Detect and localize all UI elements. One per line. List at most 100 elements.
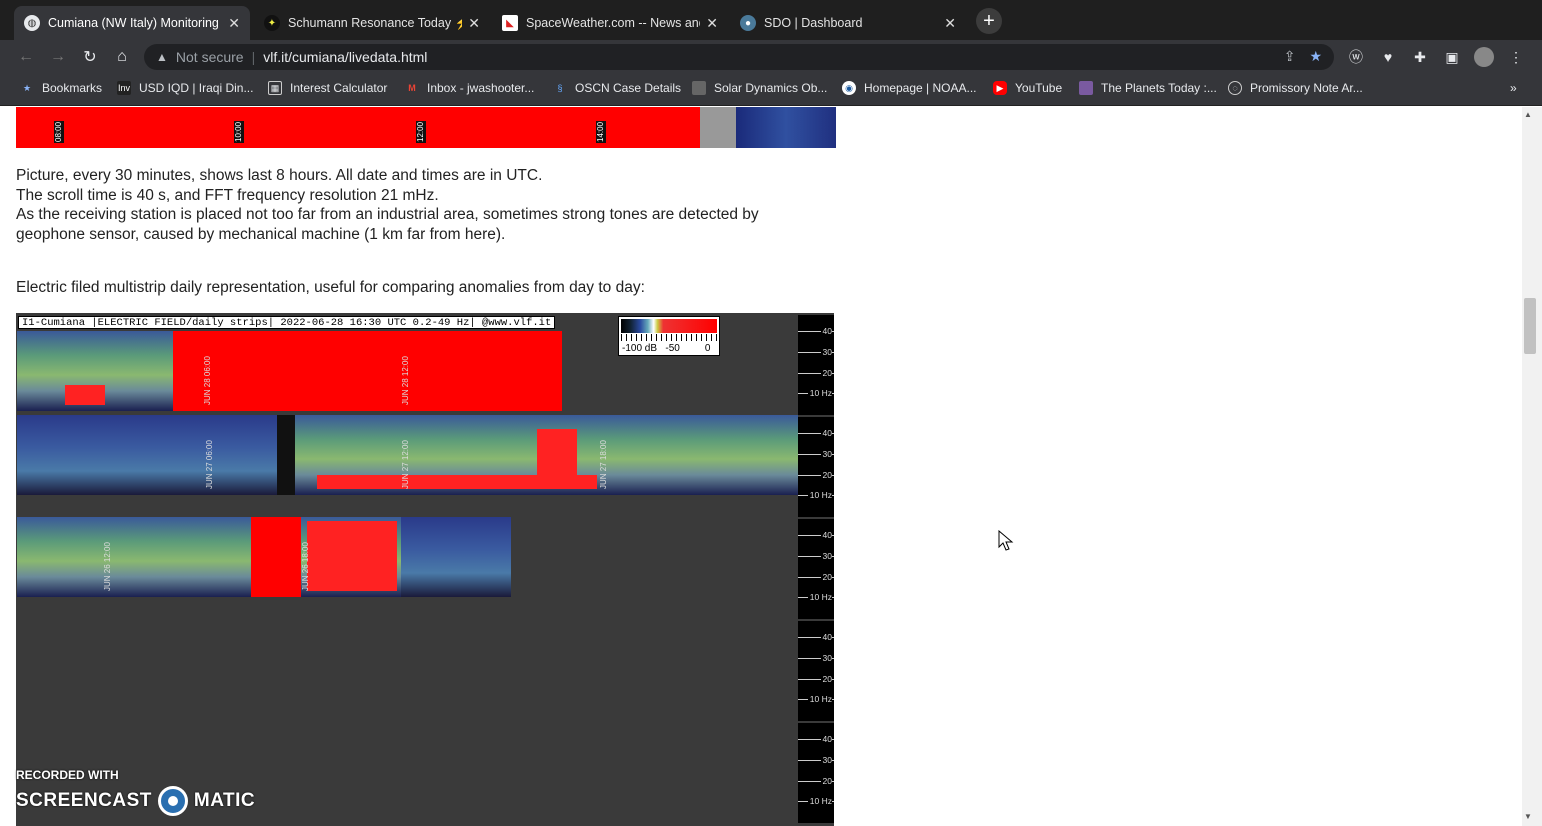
spectrogram-header: I1-Cumiana |ELECTRIC FIELD/daily strips|…	[18, 316, 556, 329]
ruler-label: 40	[820, 734, 832, 744]
ruler-label: 10 Hz	[807, 592, 832, 602]
menu-icon[interactable]: ⋮	[1506, 47, 1526, 67]
bookmark-oscn[interactable]: § OSCN Case Details	[553, 81, 681, 95]
bookmark-bookmarks[interactable]: ★ Bookmarks	[20, 81, 102, 95]
bookmark-sdo[interactable]: Solar Dynamics Ob...	[692, 81, 827, 95]
bookmark-noaa[interactable]: ◉ Homepage | NOAA...	[842, 81, 977, 95]
extension-icon[interactable]: ♥	[1378, 47, 1398, 67]
spectrogram-gray-region	[700, 107, 736, 148]
close-icon[interactable]: ✕	[944, 15, 956, 32]
ruler-label: 30	[820, 755, 832, 765]
spectrum-gap	[277, 415, 295, 495]
inv-icon: Inv	[117, 81, 131, 95]
spectrum-saturated	[173, 331, 562, 411]
strip-jun-26: JUN 26 12:00 JUN 26 18:00	[17, 517, 511, 597]
puzzle-icon[interactable]: ✚	[1410, 47, 1430, 67]
reload-icon[interactable]: ↻	[80, 47, 100, 67]
text-line: geophone sensor, caused by mechanical ma…	[16, 225, 506, 243]
page-content: 08:00 10:00 12:00 14:00 Picture, every 3…	[0, 107, 1522, 826]
bookmarks-overflow-button[interactable]: »	[1510, 81, 1517, 95]
security-label[interactable]: Not secure	[176, 49, 244, 65]
youtube-icon: ▶	[993, 81, 1007, 95]
ruler-label: 10 Hz	[807, 796, 832, 806]
chevron-right-icon: »	[1510, 81, 1517, 95]
bookmark-label: Promissory Note Ar...	[1250, 81, 1363, 95]
ruler-label: 20	[820, 470, 832, 480]
close-icon[interactable]: ✕	[228, 15, 240, 32]
tab-sdo[interactable]: ● SDO | Dashboard ✕	[730, 6, 966, 40]
close-icon[interactable]: ✕	[468, 15, 480, 32]
spectrum-burst	[537, 429, 577, 489]
scroll-up-icon[interactable]: ▲	[1524, 110, 1532, 119]
avatar[interactable]	[1474, 47, 1494, 67]
sidepanel-icon[interactable]: ▣	[1442, 47, 1462, 67]
extension-w-icon[interactable]: ⓦ	[1346, 47, 1366, 67]
home-icon[interactable]: ⌂	[112, 47, 132, 67]
oscn-icon: §	[557, 83, 563, 93]
url-text[interactable]: vlf.it/cumiana/livedata.html	[263, 49, 427, 65]
strip-time-label: JUN 27 06:00	[205, 440, 214, 490]
color-scale-labels: -100 dB -50 0	[622, 343, 710, 354]
bookmark-promissory[interactable]: ◌ Promissory Note Ar...	[1228, 81, 1363, 95]
ruler-label: 40	[820, 326, 832, 336]
bookmark-inbox[interactable]: M Inbox - jwashooter...	[405, 81, 534, 95]
bookmark-planets[interactable]: The Planets Today :...	[1079, 81, 1217, 95]
recorder-watermark-logo: SCREENCAST MATIC	[16, 786, 255, 816]
page-scrollbar[interactable]	[1522, 107, 1542, 826]
ruler-label: 30	[820, 347, 832, 357]
ruler-label: 20	[820, 776, 832, 786]
planets-icon	[1079, 81, 1093, 95]
close-icon[interactable]: ✕	[706, 15, 718, 32]
bookmark-usd-iqd[interactable]: Inv USD IQD | Iraqi Din...	[117, 81, 253, 95]
share-icon[interactable]: ⇪	[1284, 48, 1296, 65]
calculator-icon: ▦	[268, 81, 282, 95]
bookmark-interest-calculator[interactable]: ▦ Interest Calculator	[268, 81, 387, 95]
spectrum-saturated	[251, 517, 301, 597]
color-scale-legend: -100 dB -50 0	[618, 316, 720, 356]
screencast-logo-icon	[157, 786, 188, 816]
bookmarks-bar: ★ Bookmarks Inv USD IQD | Iraqi Din... ▦ In…	[0, 74, 1542, 106]
time-label: 12:00	[416, 121, 426, 143]
tab-title: Schumann Resonance Today ⚡	[288, 15, 463, 30]
strip-time-label: JUN 28 06:00	[203, 356, 212, 406]
strip-time-label: JUN 27 12:00	[401, 440, 410, 490]
frequency-ruler: 40 30 20 10 Hz	[798, 723, 834, 823]
tab-title: SpaceWeather.com -- News and	[526, 16, 701, 30]
frequency-ruler: 40 30 20 10 Hz	[798, 417, 834, 517]
bookmark-label: Solar Dynamics Ob...	[714, 81, 828, 95]
ruler-label: 10 Hz	[807, 388, 832, 398]
text-line: Picture, every 30 minutes, shows last 8 …	[16, 167, 543, 184]
spectrum-burst	[307, 521, 397, 591]
bookmark-label: The Planets Today :...	[1101, 81, 1217, 95]
tab-cumiana[interactable]: ◍ Cumiana (NW Italy) Monitoring S ✕	[14, 6, 250, 40]
tab-spaceweather[interactable]: ◣ SpaceWeather.com -- News and ✕	[492, 6, 728, 40]
ruler-label: 20	[820, 572, 832, 582]
gmail-icon: M	[408, 83, 416, 93]
forward-icon[interactable]: →	[48, 47, 68, 67]
address-bar[interactable]: ▲ Not secure | vlf.it/cumiana/livedata.h…	[144, 44, 1334, 70]
bookmark-label: OSCN Case Details	[575, 81, 682, 95]
strip-time-label: JUN 27 18:00	[599, 440, 608, 490]
tab-bar: ◍ Cumiana (NW Italy) Monitoring S ✕ ✦ Sc…	[0, 0, 1542, 40]
strip-time-label: JUN 26 12:00	[103, 542, 112, 592]
tab-title: Cumiana (NW Italy) Monitoring S	[48, 16, 223, 30]
bookmark-label: Interest Calculator	[290, 81, 388, 95]
legend-mid: -50	[665, 343, 680, 354]
scrollbar-thumb[interactable]	[1524, 298, 1536, 354]
spectrogram-blue-region	[736, 107, 836, 148]
bookmark-star-icon[interactable]: ★	[1309, 48, 1322, 65]
bookmark-label: Homepage | NOAA...	[864, 81, 977, 95]
back-icon[interactable]: ←	[16, 47, 36, 67]
ruler-label: 30	[820, 551, 832, 561]
sr-icon: ✦	[264, 15, 280, 31]
tab-schumann[interactable]: ✦ Schumann Resonance Today ⚡ ✕	[254, 6, 490, 40]
ruler-label: 20	[820, 368, 832, 378]
new-tab-button[interactable]: +	[976, 8, 1002, 34]
strip-time-label: JUN 28 12:00	[401, 356, 410, 406]
bookmark-youtube[interactable]: ▶ YouTube	[993, 81, 1062, 95]
watermark-text-right: MATIC	[193, 790, 256, 811]
recorder-watermark-caption: RECORDED WITH	[16, 768, 119, 782]
frequency-ruler: 40 30 20 10 Hz	[798, 519, 834, 619]
scroll-down-icon[interactable]: ▼	[1524, 812, 1532, 821]
separator: |	[251, 49, 256, 65]
